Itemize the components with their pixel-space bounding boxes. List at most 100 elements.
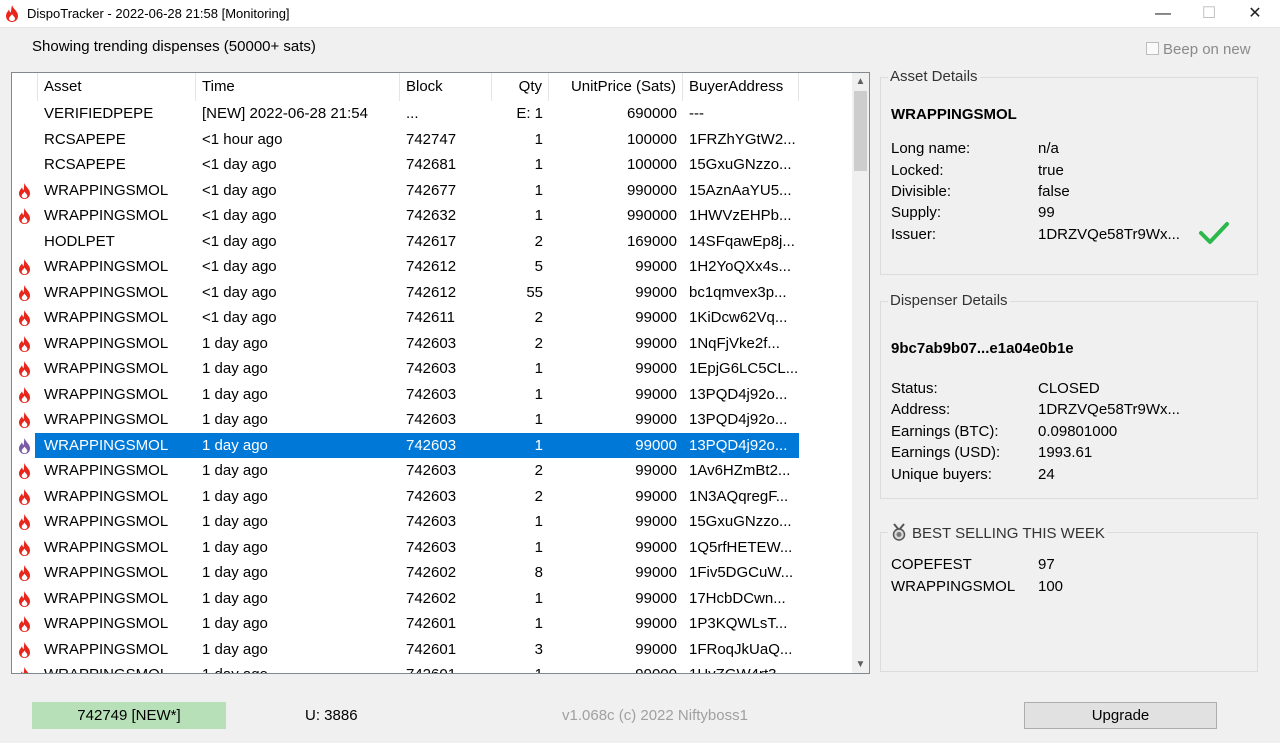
header-buyer-address[interactable]: BuyerAddress xyxy=(683,73,799,101)
unit-price-cell: 990000 xyxy=(626,181,677,199)
table-row[interactable]: WRAPPINGSMOL 1 day ago 742603 1 99000 13PQD4j… xyxy=(12,407,852,433)
qty-cell: 2 xyxy=(534,334,543,352)
unit-price-cell: 99000 xyxy=(635,258,677,275)
table-row[interactable]: WRAPPINGSMOL 1 day ago 742603 1 99000 13PQD4j… xyxy=(12,382,852,408)
block-cell: 742747 xyxy=(406,130,457,148)
asset-cell: WRAPPINGSMOL xyxy=(44,564,169,581)
flame-icon xyxy=(19,182,30,199)
block-cell: 742603 xyxy=(406,334,457,352)
header-time[interactable]: Time xyxy=(196,73,400,101)
buyer-address-cell: 13PQD4j92o... xyxy=(689,411,788,428)
table-row[interactable]: VERIFIEDPEPE [NEW] 2022-06-28 21:54... E: … xyxy=(12,101,852,127)
table-row[interactable]: WRAPPINGSMOL 1 day ago 742602 8 99000 1Fiv5DG… xyxy=(12,560,852,586)
table-row[interactable]: HODLPET <1 day ago 742617 2 169000 14SFqawEp8… xyxy=(12,229,852,255)
flame-icon xyxy=(19,361,30,377)
flame-icon xyxy=(19,514,30,530)
table-row[interactable]: WRAPPINGSMOL <1 day ago 742677 1 990000 15Azn… xyxy=(12,178,852,204)
table-row[interactable]: WRAPPINGSMOL <1 day ago 742612 5 99000 1H2YoQ… xyxy=(12,254,852,280)
block-cell: 742603 xyxy=(406,462,457,479)
table-row[interactable]: RCSAPEPE <1 hour ago 742747 1 100000 1FRZhYGt… xyxy=(12,127,852,153)
buyer-address-cell: 1H2YoQXx4s... xyxy=(689,258,792,275)
asset-cell: WRAPPINGSMOL xyxy=(44,487,169,505)
upgrade-button[interactable]: Upgrade xyxy=(1024,702,1217,729)
header-icon-column[interactable] xyxy=(12,73,38,101)
table-row[interactable]: WRAPPINGSMOL 1 day ago 742603 2 99000 1N3AQqr… xyxy=(12,484,852,510)
asset-cell: RCSAPEPE xyxy=(44,156,126,173)
time-cell: [NEW] 2022-06-28 21:54 xyxy=(202,105,368,122)
unit-price-cell: 99000 xyxy=(635,615,677,632)
table-row[interactable]: RCSAPEPE <1 day ago 742681 1 100000 15GxuGNzz… xyxy=(12,152,852,178)
minimize-button[interactable]: — xyxy=(1140,0,1186,28)
block-cell: 742611 xyxy=(406,309,455,326)
asset-cell: WRAPPINGSMOL xyxy=(44,538,169,556)
time-cell: <1 day ago xyxy=(202,258,277,275)
checkbox-box[interactable] xyxy=(1146,42,1159,55)
time-cell: 1 day ago xyxy=(202,615,268,632)
unit-price-cell: 99000 xyxy=(635,309,677,326)
flame-icon xyxy=(19,310,30,326)
asset-cell: WRAPPINGSMOL xyxy=(44,513,169,530)
asset-cell: WRAPPINGSMOL xyxy=(38,662,196,673)
header-unit-price[interactable]: UnitPrice (Sats) xyxy=(549,73,683,101)
table-row[interactable]: WRAPPINGSMOL 1 day ago 742603 1 99000 15GxuGN… xyxy=(12,509,852,535)
asset-cell: WRAPPINGSMOL xyxy=(44,615,169,632)
divisible-value: false xyxy=(1038,183,1070,200)
table-row[interactable]: WRAPPINGSMOL <1 day ago 742632 1 990000 1HWVz… xyxy=(12,203,852,229)
block-cell: 742602 xyxy=(406,589,457,607)
supply-value: 99 xyxy=(1038,204,1055,221)
qty-cell: 2 xyxy=(534,309,543,326)
flame-icon xyxy=(19,437,30,454)
unit-price-cell: 990000 xyxy=(626,207,677,224)
table-row[interactable]: WRAPPINGSMOL <1 day ago 742612 55 99000 bc1qm… xyxy=(12,280,852,306)
asset-cell: WRAPPINGSMOL xyxy=(44,411,169,428)
table-row[interactable]: WRAPPINGSMOL 1 day ago 742601 1 99000 1P3KQWL… xyxy=(12,611,852,637)
table-row[interactable]: WRAPPINGSMOL 1 day ago 742603 2 99000 1NqFjVk… xyxy=(12,331,852,357)
scrollbar-thumb[interactable] xyxy=(854,91,867,171)
unit-price-cell: 690000 xyxy=(626,105,677,122)
unit-price-cell: 99000 xyxy=(635,564,677,581)
unit-price-cell: 169000 xyxy=(626,232,677,250)
unit-price-cell: 99000 xyxy=(635,283,677,301)
locked-value: true xyxy=(1038,162,1064,179)
asset-name: WRAPPINGSMOL xyxy=(891,106,1017,123)
table-row[interactable]: WRAPPINGSMOL <1 day ago 742611 2 99000 1KiDcw… xyxy=(12,305,852,331)
block-cell: 742603 xyxy=(406,436,457,454)
table-row[interactable]: WRAPPINGSMOL1 day ago7426011990001HyZGW4… xyxy=(12,662,852,673)
qty-cell: 8 xyxy=(534,564,543,581)
best-selling-item-count: 97 xyxy=(1038,556,1055,573)
unit-price-cell: 100000 xyxy=(626,156,677,173)
time-cell: 1 day ago xyxy=(202,513,268,530)
dispenses-table[interactable]: Asset Time Block Qty UnitPrice (Sats) Bu… xyxy=(11,72,870,674)
header-qty[interactable]: Qty xyxy=(492,73,549,101)
time-cell: 1 day ago xyxy=(202,640,268,658)
scroll-up-arrow-icon[interactable]: ▲ xyxy=(852,73,869,90)
table-row[interactable]: WRAPPINGSMOL 1 day ago 742601 3 99000 1FRoqJk… xyxy=(12,637,852,663)
best-selling-item-name: COPEFEST xyxy=(891,556,972,573)
unit-price-cell: 99000 xyxy=(635,360,677,377)
block-cell: 742677 xyxy=(406,181,457,199)
header-block[interactable]: Block xyxy=(400,73,492,101)
beep-checkbox[interactable]: Beep on new xyxy=(1146,41,1251,58)
table-body: VERIFIEDPEPE [NEW] 2022-06-28 21:54... E: … xyxy=(12,101,852,673)
asset-cell: HODLPET xyxy=(44,232,115,250)
header-asset[interactable]: Asset xyxy=(38,73,196,101)
maximize-button[interactable]: ☐ xyxy=(1186,0,1232,28)
flame-icon xyxy=(19,284,30,301)
table-row-selected[interactable]: WRAPPINGSMOL 1 day ago 742603 1 99000 13PQD4j… xyxy=(12,432,852,458)
table-row[interactable]: WRAPPINGSMOL 1 day ago 742602 1 99000 17HcbDC… xyxy=(12,586,852,612)
beep-label: Beep on new xyxy=(1163,41,1251,58)
close-button[interactable]: ✕ xyxy=(1232,0,1278,28)
block-cell: 742603 xyxy=(406,385,457,403)
vertical-scrollbar[interactable]: ▲ ▼ xyxy=(852,73,869,673)
unit-price-cell: 99000 xyxy=(635,462,677,479)
issuer-value: 1DRZVQe58Tr9Wx... xyxy=(1038,226,1180,243)
unit-price-cell: 99000 xyxy=(635,589,677,607)
table-row[interactable]: WRAPPINGSMOL 1 day ago 742603 1 99000 1Q5rfHE… xyxy=(12,535,852,561)
buyer-address-cell: 1HWVzEHPb... xyxy=(689,207,792,224)
buyer-address-cell: 13PQD4j92o... xyxy=(689,385,788,403)
table-row[interactable]: WRAPPINGSMOL 1 day ago 742603 2 99000 1Av6HZm… xyxy=(12,458,852,484)
table-row[interactable]: WRAPPINGSMOL 1 day ago 742603 1 99000 1EpjG6L… xyxy=(12,356,852,382)
scroll-down-arrow-icon[interactable]: ▼ xyxy=(852,656,869,673)
flame-icon xyxy=(19,616,30,632)
title-bar: DispoTracker - 2022-06-28 21:58 [Monitor… xyxy=(0,0,1280,28)
